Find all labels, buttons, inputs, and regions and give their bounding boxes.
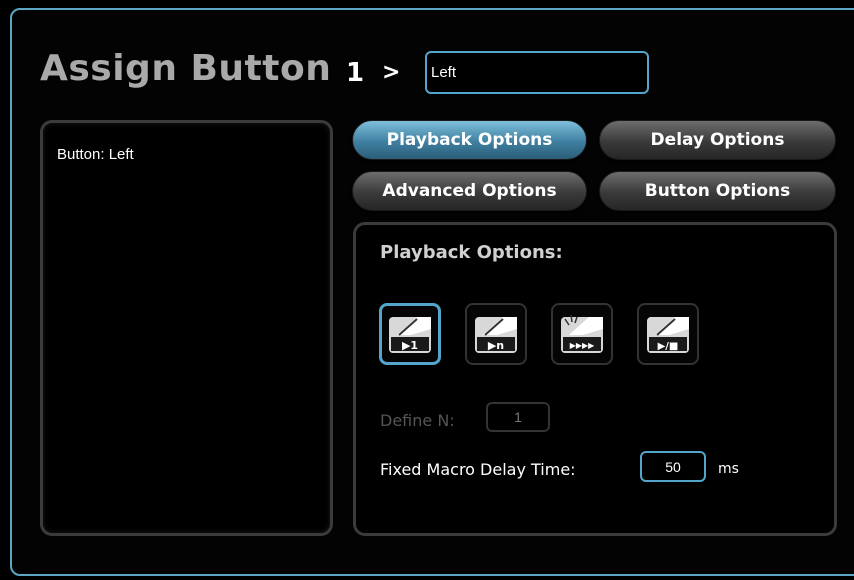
fixed-delay-label: Fixed Macro Delay Time: [380,460,576,479]
play-n-times-icon: ▶n [475,317,517,353]
tab-playback-options[interactable]: Playback Options [352,120,587,160]
svg-text:▶▶▶▶: ▶▶▶▶ [570,341,595,350]
tab-advanced-options[interactable]: Advanced Options [352,171,587,211]
chevron-right-icon: > [382,60,401,85]
fixed-delay-unit: ms [718,461,739,477]
svg-text:▶n: ▶n [488,339,504,352]
play-n-times-button[interactable]: ▶n [465,303,527,365]
define-n-label: Define N: [380,411,455,430]
button-assignment-list: Button: Left [40,120,333,536]
fixed-delay-input[interactable] [640,451,706,482]
svg-text:▶/■: ▶/■ [658,341,679,352]
tab-button-options[interactable]: Button Options [599,171,836,211]
play-once-icon: ▶1 [389,317,431,353]
define-n-input[interactable] [486,402,550,432]
svg-text:▶1: ▶1 [402,339,418,352]
button-name-input[interactable] [425,51,649,94]
button-number: 1 [346,58,365,88]
play-continuous-icon: ▶▶▶▶ [561,314,603,353]
play-toggle-button[interactable]: ▶/■ [637,303,699,365]
play-once-button[interactable]: ▶1 [379,303,441,365]
button-assignment-text: Button: Left [57,146,134,163]
play-continuous-button[interactable]: ▶▶▶▶ [551,303,613,365]
panel-title: Playback Options: [380,242,563,263]
tab-delay-options[interactable]: Delay Options [599,120,836,160]
page-title: Assign Button [40,48,332,89]
playback-options-panel: Playback Options: ▶1 ▶n ▶▶▶▶ ▶/■ Define … [353,222,837,536]
play-toggle-icon: ▶/■ [647,317,689,353]
